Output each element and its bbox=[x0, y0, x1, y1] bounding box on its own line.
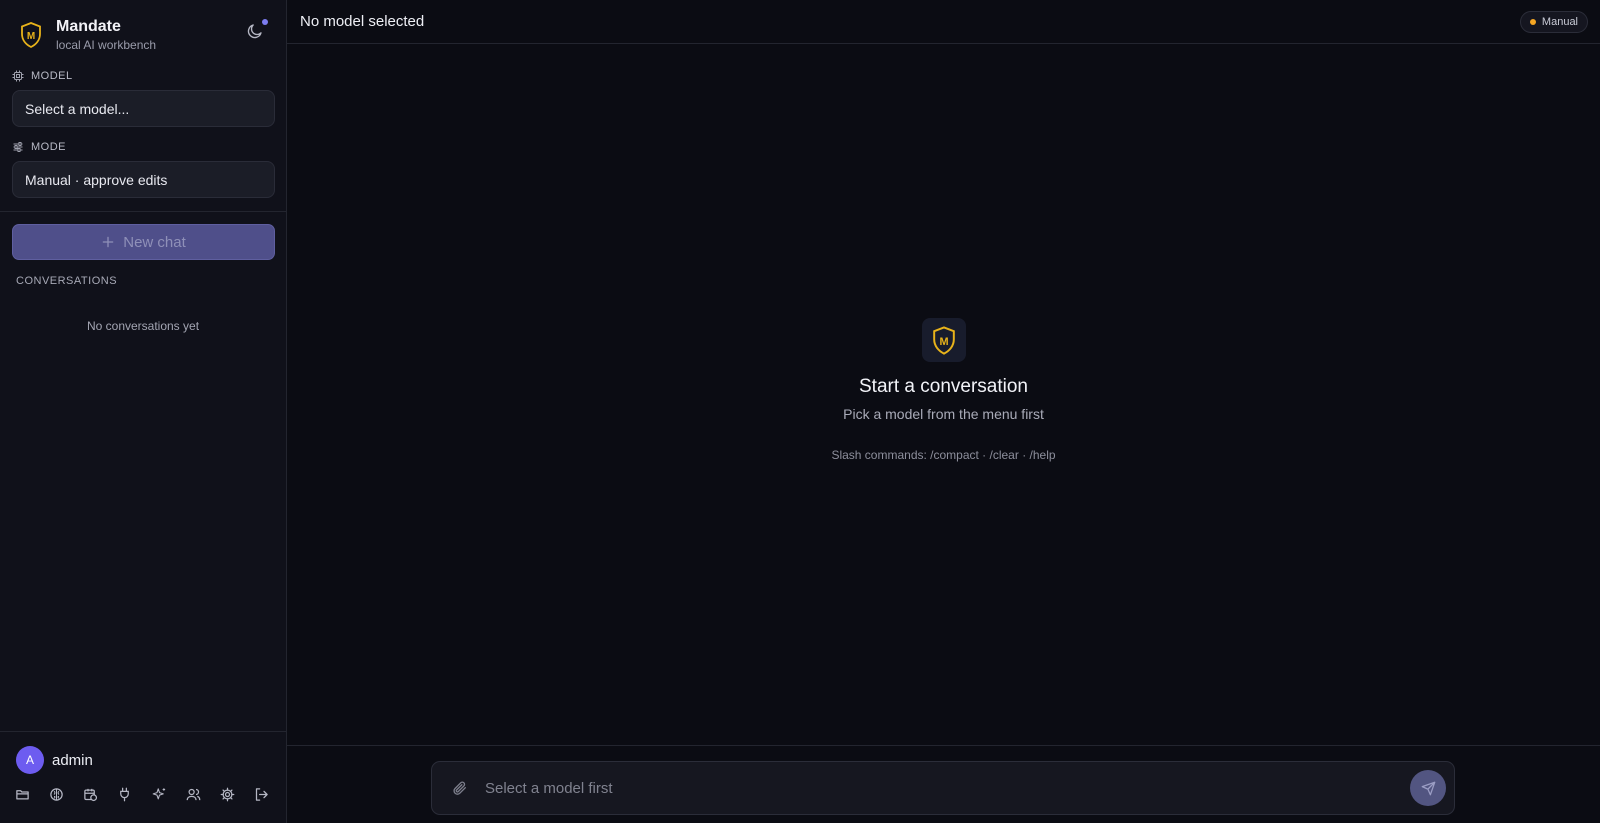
brain-icon bbox=[50, 787, 63, 801]
svg-text:M: M bbox=[939, 335, 948, 347]
send-button[interactable] bbox=[1410, 770, 1446, 806]
message-composer bbox=[431, 761, 1455, 815]
logout-button[interactable] bbox=[252, 783, 286, 805]
integrations-button[interactable] bbox=[115, 783, 149, 805]
attach-button[interactable] bbox=[449, 777, 471, 799]
mode-select[interactable]: Manual · approve edits bbox=[12, 161, 275, 198]
schedule-button[interactable] bbox=[81, 783, 115, 805]
app-root: M Mandate local AI workbench MODEL Selec… bbox=[0, 0, 1600, 823]
mode-section-label: MODE bbox=[0, 141, 286, 153]
app-subtitle: local AI workbench bbox=[56, 38, 157, 52]
shield-logo-icon: M bbox=[921, 318, 966, 362]
conversations-heading: CONVERSATIONS bbox=[16, 275, 118, 287]
composer-area bbox=[287, 745, 1600, 823]
empty-state-title: Start a conversation bbox=[859, 376, 1028, 397]
mode-badge[interactable]: Manual bbox=[1519, 10, 1588, 33]
empty-state: M Start a conversation Pick a model from… bbox=[287, 318, 1600, 462]
model-section-label: MODEL bbox=[0, 70, 286, 82]
model-select[interactable]: Select a model... bbox=[12, 90, 275, 127]
plus-icon bbox=[102, 236, 114, 248]
memory-button[interactable] bbox=[47, 783, 81, 805]
plug-icon bbox=[120, 787, 130, 801]
app-name: Mandate bbox=[56, 18, 121, 35]
brand-header: M Mandate local AI workbench bbox=[0, 0, 286, 56]
calendar-clock-icon bbox=[84, 788, 98, 801]
mode-status-dot bbox=[1529, 18, 1536, 25]
logout-icon bbox=[255, 787, 268, 801]
slash-commands-hint: Slash commands: /compact · /clear · /hel… bbox=[831, 448, 1056, 462]
model-label: MODEL bbox=[31, 70, 73, 82]
footer-toolbar bbox=[0, 774, 286, 805]
cpu-icon bbox=[12, 70, 24, 82]
sparkles-icon bbox=[152, 787, 165, 799]
mode-badge-label: Manual bbox=[1541, 15, 1578, 28]
settings-button[interactable] bbox=[218, 783, 252, 805]
username: admin bbox=[52, 751, 93, 769]
theme-toggle-button[interactable] bbox=[246, 22, 266, 42]
conversations-empty-text: No conversations yet bbox=[86, 319, 200, 333]
shield-logo-icon: M bbox=[18, 20, 44, 50]
avatar: A bbox=[16, 746, 44, 774]
files-button[interactable] bbox=[13, 783, 47, 805]
users-button[interactable] bbox=[184, 783, 218, 805]
sliders-icon bbox=[13, 142, 23, 152]
sidebar: M Mandate local AI workbench MODEL Selec… bbox=[0, 0, 287, 823]
sidebar-divider bbox=[0, 211, 286, 212]
brand-text: Mandate local AI workbench bbox=[56, 18, 156, 52]
paperclip-icon bbox=[453, 781, 466, 795]
notification-dot bbox=[262, 19, 268, 25]
sidebar-footer: A admin bbox=[0, 731, 286, 823]
mode-label: MODE bbox=[31, 141, 66, 153]
top-bar: No model selected Manual bbox=[287, 0, 1600, 44]
new-chat-button[interactable]: New chat bbox=[12, 224, 275, 260]
message-input[interactable] bbox=[485, 779, 1410, 797]
users-icon bbox=[186, 788, 200, 800]
new-chat-label: New chat bbox=[123, 233, 186, 251]
skills-button[interactable] bbox=[150, 783, 184, 805]
moon-icon bbox=[247, 24, 262, 39]
settings-icon bbox=[220, 787, 235, 801]
main-panel: No model selected Manual M Start a conve… bbox=[287, 0, 1600, 823]
send-icon bbox=[1421, 781, 1435, 795]
empty-state-subtitle: Pick a model from the menu first bbox=[843, 406, 1044, 422]
folder-icon bbox=[16, 789, 29, 799]
page-title: No model selected bbox=[300, 13, 425, 30]
svg-text:M: M bbox=[27, 31, 35, 42]
user-profile[interactable]: A admin bbox=[0, 732, 286, 774]
